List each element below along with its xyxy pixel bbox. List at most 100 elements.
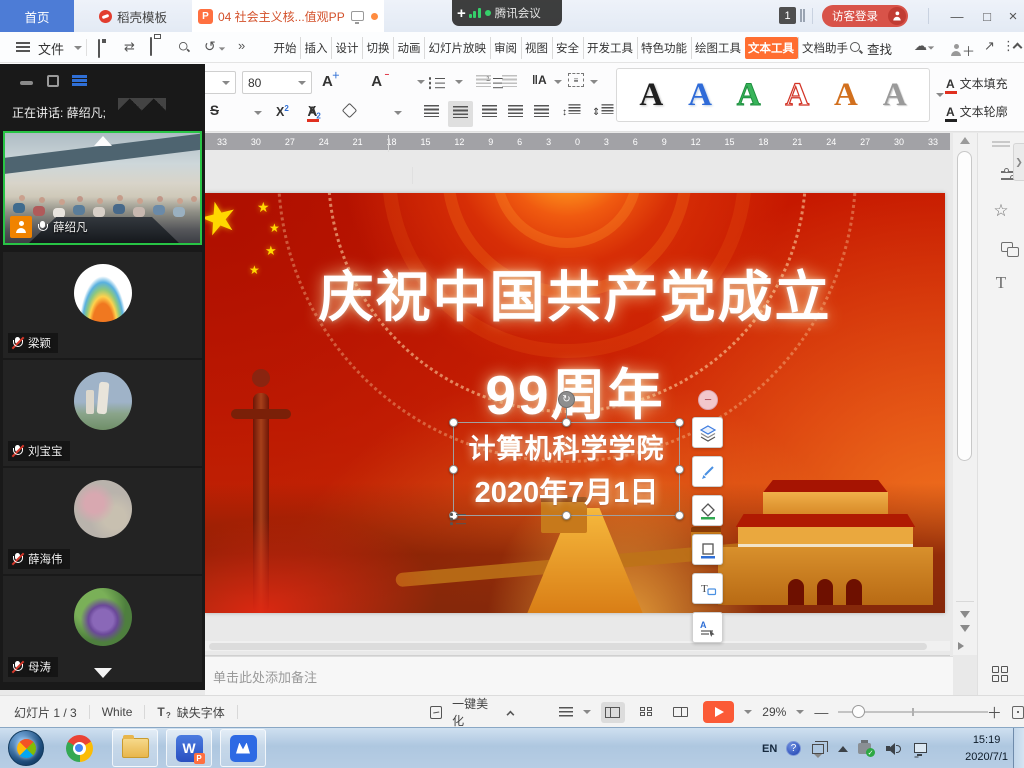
text-style-preset[interactable]: A (737, 77, 761, 114)
show-desktop-button[interactable] (1013, 728, 1024, 768)
resize-handle[interactable] (562, 418, 571, 427)
strikethrough-button[interactable]: S (210, 103, 219, 118)
normal-view-button[interactable] (601, 702, 625, 723)
caret-icon[interactable] (554, 80, 562, 84)
close-button[interactable]: × (1000, 0, 1024, 32)
participant-video[interactable]: 刘宝宝 (3, 360, 202, 466)
minimize-button[interactable]: — (944, 0, 970, 32)
fit-slide-button[interactable] (1012, 706, 1024, 719)
text-style-preset[interactable]: A (639, 77, 663, 114)
participant-video-active[interactable]: 薛绍凡 (3, 131, 202, 245)
previous-slide-icon[interactable] (960, 611, 970, 618)
resize-handle[interactable] (675, 465, 684, 474)
meeting-minimize-icon[interactable] (20, 81, 33, 85)
undo-button[interactable]: ↺ (204, 38, 226, 55)
ribbon-tab[interactable]: 绘图工具 (691, 37, 745, 59)
missing-font-label[interactable]: 缺失字体 (177, 704, 225, 721)
text-outline-button[interactable]: A文本轮廓 (946, 103, 1008, 120)
scrollbar-thumb[interactable] (957, 151, 972, 461)
cloud-sync-icon[interactable]: ☁ (914, 38, 935, 54)
slide-grid-view-icon[interactable] (992, 666, 1009, 683)
zoom-caret-icon[interactable] (796, 710, 804, 714)
window-count-badge[interactable]: 1 (779, 7, 796, 24)
beautify-button[interactable]: 一键美化 (452, 695, 496, 729)
network-tray-icon[interactable] (912, 728, 926, 768)
superscript-button[interactable]: X2 (276, 104, 289, 119)
drag-handle-icon[interactable] (992, 141, 1010, 147)
ribbon-tab[interactable]: 特色功能 (637, 37, 691, 59)
tab-home[interactable]: 首页 (0, 0, 74, 32)
slide-title-line2[interactable]: 99周年 (205, 350, 945, 430)
ribbon-tab[interactable]: 安全 (552, 37, 583, 59)
start-button[interactable] (8, 730, 44, 766)
ribbon-tab[interactable]: 切换 (362, 37, 393, 59)
text-style-preset[interactable]: A (688, 77, 712, 114)
slide-sorter-view-button[interactable] (635, 702, 659, 723)
ribbon-tab[interactable]: 文本工具 (745, 37, 798, 59)
line-spacing-button[interactable]: ↕ (562, 103, 582, 118)
more-commands-icon[interactable]: » (238, 38, 245, 53)
slideshow-play-button[interactable] (703, 701, 734, 723)
resize-handle[interactable] (449, 418, 458, 427)
ribbon-tab[interactable]: 幻灯片放映 (424, 37, 490, 59)
next-slide-icon[interactable] (960, 625, 970, 632)
meeting-menu-icon[interactable] (72, 75, 87, 86)
print-preview-button[interactable] (178, 41, 191, 59)
resize-handle[interactable] (562, 511, 571, 520)
effects-star-icon[interactable]: ☆ (993, 201, 1008, 221)
ribbon-tab[interactable]: 视图 (521, 37, 552, 59)
caret-icon[interactable] (394, 111, 402, 115)
meeting-maximize-icon[interactable] (47, 75, 59, 87)
caret-icon[interactable] (583, 710, 591, 714)
ribbon-tab[interactable]: 动画 (393, 37, 424, 59)
ribbon-tab[interactable]: 开始 (270, 37, 300, 59)
volume-tray-icon[interactable] (886, 728, 900, 768)
taskbar-wps-button[interactable]: WP (166, 729, 212, 767)
decrease-font-button[interactable]: A− (371, 73, 382, 90)
brush-tool-button[interactable] (692, 456, 723, 487)
increase-font-button[interactable]: A＋ (322, 73, 333, 90)
resize-handle[interactable] (675, 418, 684, 427)
zoom-slider[interactable] (838, 702, 977, 722)
text-box-tool-button[interactable]: T (692, 573, 723, 604)
ribbon-tab[interactable]: 插入 (300, 37, 331, 59)
text-direction-button[interactable]: ‖A (532, 73, 547, 87)
vertical-scrollbar[interactable] (953, 133, 977, 655)
caret-icon[interactable] (254, 111, 262, 115)
scroll-up-arrow-icon[interactable] (960, 137, 970, 144)
tab-document[interactable]: P 04 社会主义核...值观PPT模板1 (192, 0, 384, 32)
shape-fill-tool-button[interactable] (692, 495, 723, 526)
layers-tool-button[interactable] (692, 417, 723, 448)
bullet-list-button[interactable] (429, 76, 445, 88)
ribbon-tab[interactable]: 文档助手 (798, 37, 852, 59)
theme-name[interactable]: White (102, 705, 133, 719)
increase-indent-button[interactable] (502, 75, 517, 87)
horizontal-scrollbar[interactable] (205, 641, 950, 651)
scroll-up-icon[interactable] (94, 136, 112, 146)
zoom-slider-knob[interactable] (852, 705, 865, 718)
resize-handle[interactable] (449, 511, 458, 520)
reading-view-button[interactable] (669, 702, 693, 723)
slide-subtitle-line2[interactable]: 2020年7月1日 (454, 469, 679, 511)
align-left-button[interactable] (424, 105, 439, 117)
text-style-preset[interactable]: A (883, 77, 907, 114)
help-tray-icon[interactable]: ? (786, 728, 801, 768)
clear-format-button[interactable] (342, 103, 358, 119)
text-style-preset[interactable]: A (785, 77, 809, 114)
tray-caret-icon[interactable] (814, 754, 822, 768)
slide-subtitle-line1[interactable]: 计算机科学学院 (454, 427, 679, 466)
tencent-meeting-dragbar[interactable]: + 腾讯会议 (452, 0, 562, 26)
notes-toggle-icon[interactable] (559, 707, 573, 717)
resize-handle[interactable] (449, 465, 458, 474)
gallery-more-icon[interactable] (936, 93, 944, 97)
taskbar-meeting-button[interactable] (220, 729, 266, 767)
subscript-button[interactable]: X2 (308, 104, 321, 121)
resize-handle[interactable] (675, 511, 684, 520)
distribute-button[interactable] (534, 105, 549, 117)
file-caret-icon[interactable] (74, 46, 82, 50)
print-button[interactable] (150, 38, 152, 56)
text-style-gallery[interactable]: AAAAAA (616, 68, 930, 122)
scroll-right-arrow-icon[interactable] (958, 642, 964, 650)
language-indicator[interactable]: EN (762, 728, 777, 768)
tab-template[interactable]: 稻壳模板 (74, 0, 192, 32)
